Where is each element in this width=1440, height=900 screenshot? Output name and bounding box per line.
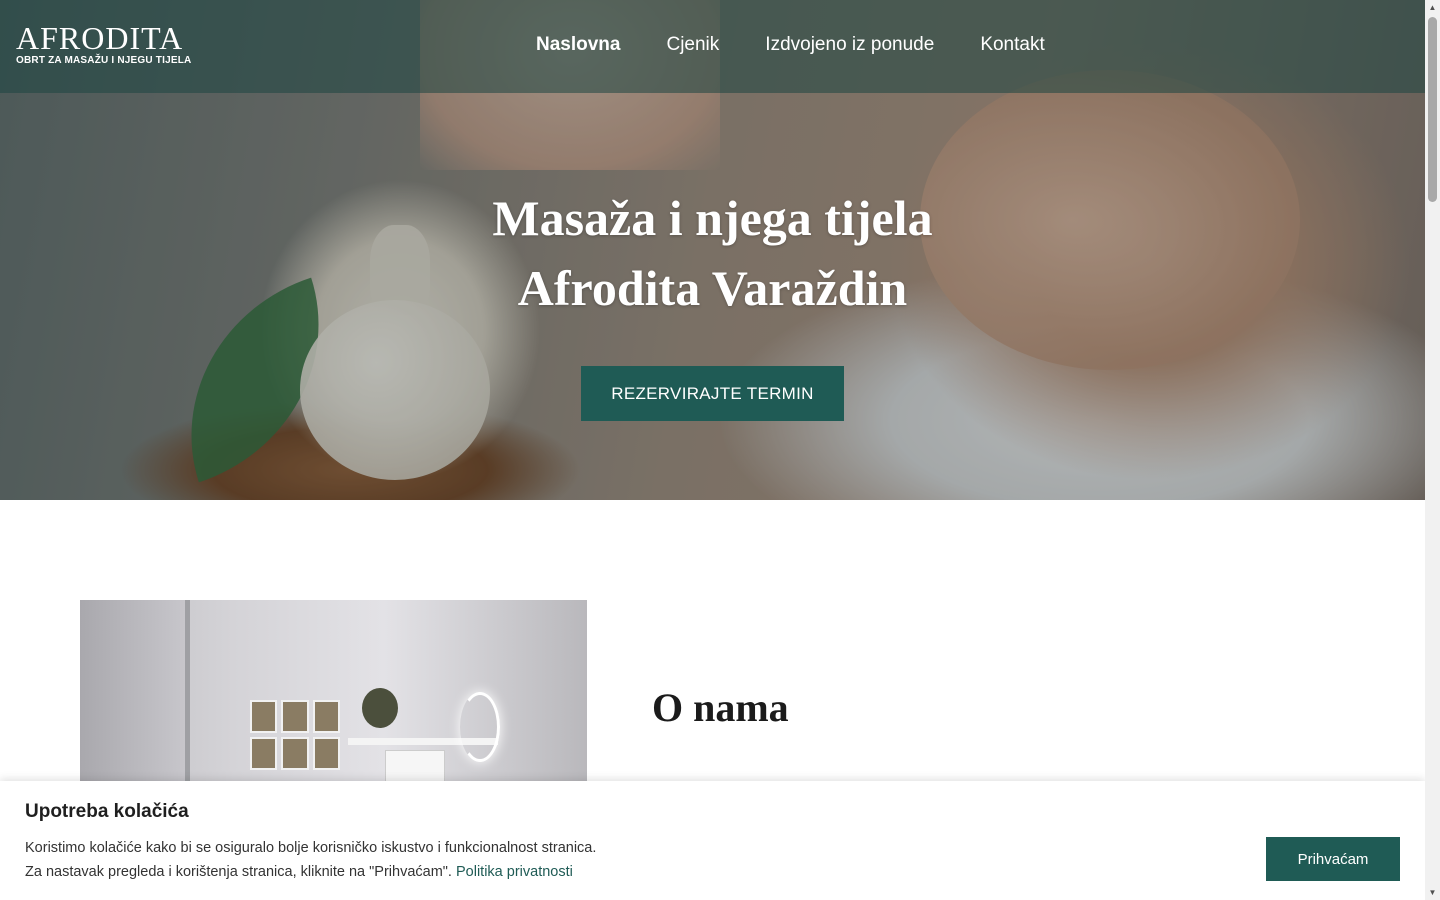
nav-item-naslovna[interactable]: Naslovna: [536, 34, 620, 56]
cookie-text-line2: Za nastavak pregleda i korištenja strani…: [25, 864, 452, 880]
logo-tagline: OBRT ZA MASAŽU I NJEGU TIJELA: [16, 55, 192, 66]
cookie-banner-title: Upotreba kolačića: [25, 801, 189, 822]
nav-item-cjenik[interactable]: Cjenik: [666, 34, 719, 56]
logo[interactable]: AFRODITA OBRT ZA MASAŽU I NJEGU TIJELA: [16, 22, 191, 66]
triangle-up-icon[interactable]: ▲: [1425, 0, 1440, 15]
nav-item-kontakt[interactable]: Kontakt: [980, 34, 1044, 56]
site-header: AFRODITA OBRT ZA MASAŽU I NJEGU TIJELA N…: [0, 0, 1425, 93]
triangle-down-icon[interactable]: ▼: [1425, 885, 1440, 900]
cookie-text-line1: Koristimo kolačiće kako bi se osiguralo …: [25, 840, 597, 856]
page: Masaža i njega tijela Afrodita Varaždin …: [0, 0, 1440, 900]
photo-frames: [250, 700, 340, 770]
accept-cookies-button[interactable]: Prihvaćam: [1266, 837, 1400, 881]
photo-bonsai: [362, 688, 398, 728]
photo-ring-lamp: [460, 692, 500, 762]
scrollbar[interactable]: ▲ ▼: [1425, 0, 1440, 900]
cookie-banner: Upotreba kolačića Koristimo kolačiće kak…: [0, 781, 1425, 900]
logo-name: AFRODITA: [16, 20, 184, 56]
about-title: O nama: [652, 685, 789, 730]
cookie-banner-text: Koristimo kolačiće kako bi se osiguralo …: [25, 836, 596, 884]
scrollbar-thumb[interactable]: [1428, 17, 1437, 202]
hero-title-line1: Masaža i njega tijela: [492, 190, 933, 246]
main-nav: Naslovna Cjenik Izdvojeno iz ponude Kont…: [536, 34, 1045, 56]
book-appointment-button[interactable]: REZERVIRAJTE TERMIN: [581, 366, 844, 421]
privacy-policy-link[interactable]: Politika privatnosti: [456, 864, 573, 880]
hero-title: Masaža i njega tijela Afrodita Varaždin: [0, 183, 1425, 323]
nav-item-izdvojeno[interactable]: Izdvojeno iz ponude: [765, 34, 934, 56]
hero-title-line2: Afrodita Varaždin: [517, 260, 908, 316]
